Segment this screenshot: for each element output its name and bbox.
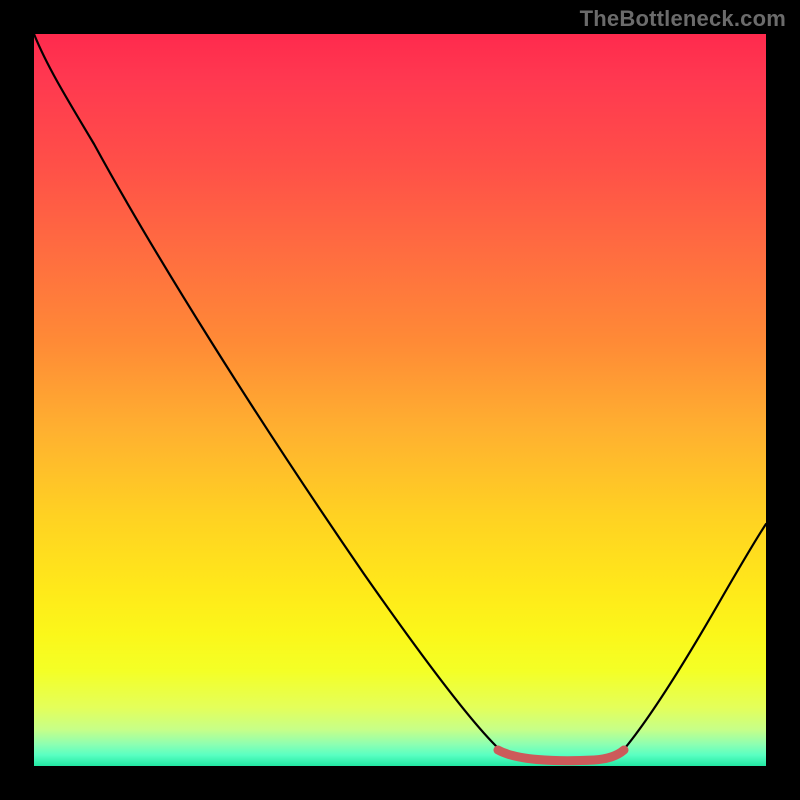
- curve-left-limb: [34, 34, 524, 760]
- watermark-text: TheBottleneck.com: [580, 6, 786, 32]
- curve-right-limb: [620, 524, 766, 754]
- curve-svg: [34, 34, 766, 766]
- highlight-segment: [498, 750, 624, 761]
- plot-area: [34, 34, 766, 766]
- chart-frame: TheBottleneck.com: [0, 0, 800, 800]
